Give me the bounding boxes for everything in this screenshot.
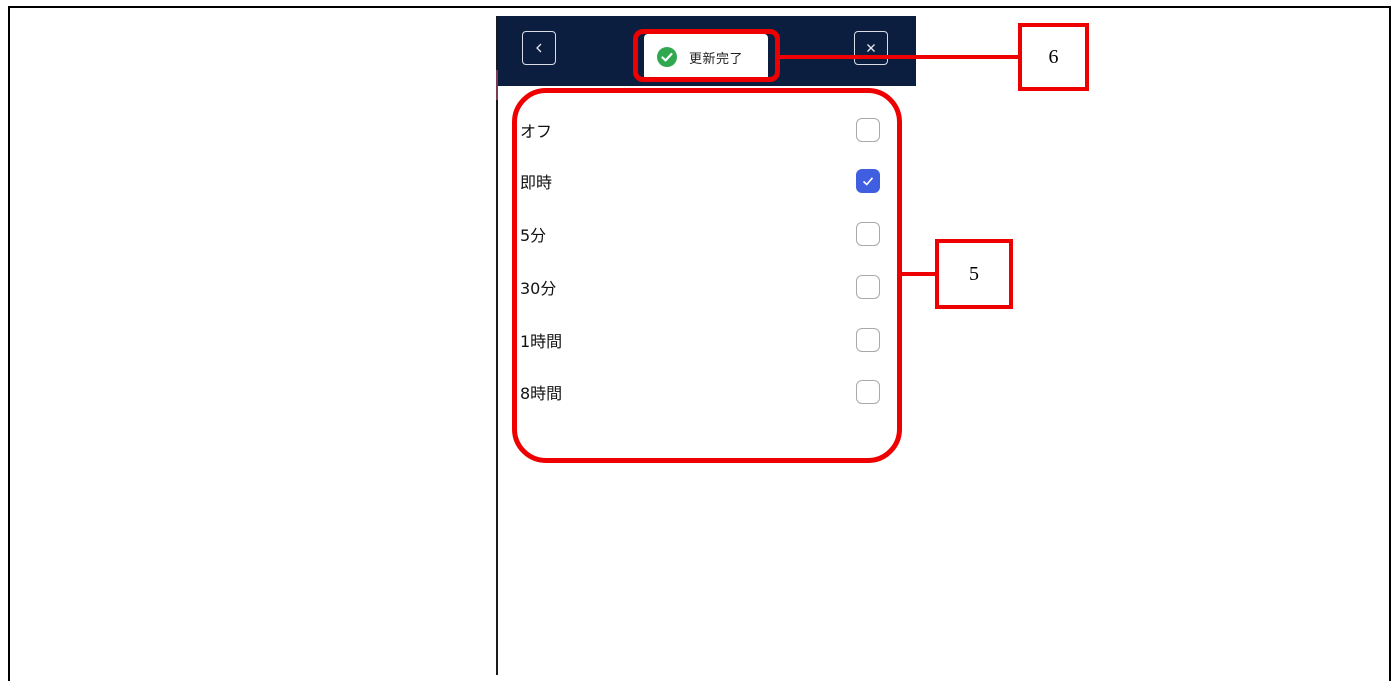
callout-number: 5: [969, 262, 979, 285]
options-highlight-box: [512, 88, 902, 463]
close-button[interactable]: [854, 31, 888, 65]
callout-label-6: 6: [1018, 23, 1089, 91]
callout-label-5: 5: [935, 239, 1013, 309]
toast-callout-line: [780, 55, 1020, 59]
callout-number: 6: [1048, 45, 1059, 68]
chevron-left-icon: [536, 43, 542, 53]
back-button[interactable]: [522, 31, 556, 65]
toast-highlight-box: [633, 29, 780, 82]
close-icon: [867, 44, 875, 52]
options-callout-line: [899, 272, 937, 276]
